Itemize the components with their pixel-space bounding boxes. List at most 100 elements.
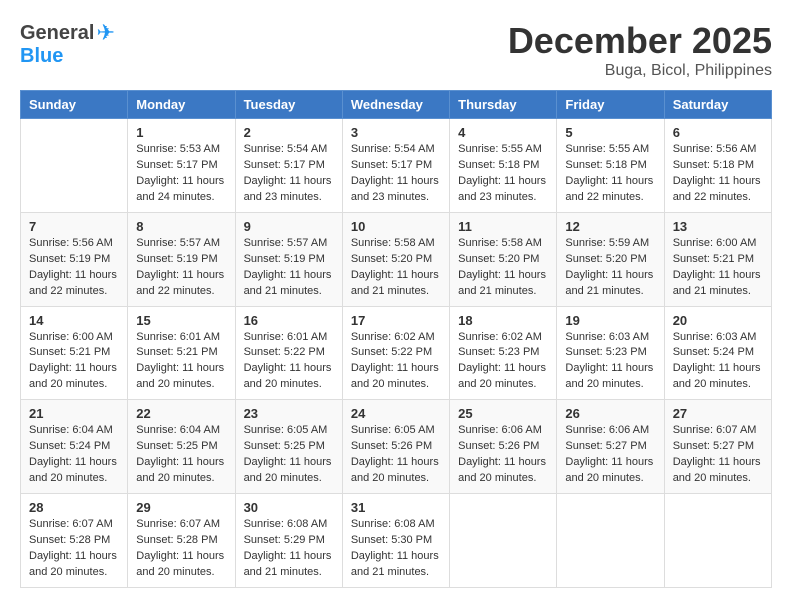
calendar-day-header: Sunday	[21, 91, 128, 119]
day-number: 6	[673, 125, 763, 140]
day-number: 15	[136, 313, 226, 328]
calendar-cell: 2 Sunrise: 5:54 AM Sunset: 5:17 PM Daylig…	[235, 119, 342, 213]
day-number: 3	[351, 125, 441, 140]
calendar-week-row: 14 Sunrise: 6:00 AM Sunset: 5:21 PM Dayli…	[21, 306, 772, 400]
header: General ✈ Blue December 2025 Buga, Bicol…	[20, 20, 772, 80]
day-number: 10	[351, 219, 441, 234]
day-info: Sunrise: 5:58 AM Sunset: 5:20 PM Dayligh…	[351, 236, 441, 300]
day-number: 2	[244, 125, 334, 140]
day-number: 25	[458, 406, 548, 421]
calendar-cell: 17Sunrise: 6:02 AM Sunset: 5:22 PM Dayli…	[342, 306, 449, 400]
day-info: Sunrise: 6:06 AM Sunset: 5:27 PM Dayligh…	[565, 423, 655, 487]
day-number: 30	[244, 500, 334, 515]
day-info: Sunrise: 6:05 AM Sunset: 5:26 PM Dayligh…	[351, 423, 441, 487]
day-number: 24	[351, 406, 441, 421]
calendar-cell: 23 Sunrise: 6:05 AM Sunset: 5:25 PM Dayli…	[235, 400, 342, 494]
calendar-cell: 16 Sunrise: 6:01 AM Sunset: 5:22 PM Dayli…	[235, 306, 342, 400]
calendar-cell: 6 Sunrise: 5:56 AM Sunset: 5:18 PM Daylig…	[664, 119, 771, 213]
calendar-cell: 31Sunrise: 6:08 AM Sunset: 5:30 PM Dayli…	[342, 494, 449, 588]
day-number: 4	[458, 125, 548, 140]
day-number: 28	[29, 500, 119, 515]
day-info: Sunrise: 5:56 AM Sunset: 5:19 PM Dayligh…	[29, 236, 119, 300]
day-info: Sunrise: 6:01 AM Sunset: 5:21 PM Dayligh…	[136, 330, 226, 394]
day-number: 11	[458, 219, 548, 234]
day-info: Sunrise: 5:54 AM Sunset: 5:17 PM Dayligh…	[351, 142, 441, 206]
calendar-day-header: Tuesday	[235, 91, 342, 119]
day-info: Sunrise: 5:55 AM Sunset: 5:18 PM Dayligh…	[458, 142, 548, 206]
calendar-day-header: Monday	[128, 91, 235, 119]
calendar-cell: 30 Sunrise: 6:08 AM Sunset: 5:29 PM Dayli…	[235, 494, 342, 588]
day-number: 9	[244, 219, 334, 234]
calendar-cell	[557, 494, 664, 588]
calendar-cell: 28Sunrise: 6:07 AM Sunset: 5:28 PM Dayli…	[21, 494, 128, 588]
day-number: 26	[565, 406, 655, 421]
day-info: Sunrise: 6:07 AM Sunset: 5:28 PM Dayligh…	[136, 517, 226, 581]
calendar-day-header: Friday	[557, 91, 664, 119]
calendar-cell: 27Sunrise: 6:07 AM Sunset: 5:27 PM Dayli…	[664, 400, 771, 494]
day-info: Sunrise: 6:03 AM Sunset: 5:23 PM Dayligh…	[565, 330, 655, 394]
calendar-cell: 10 Sunrise: 5:58 AM Sunset: 5:20 PM Dayli…	[342, 212, 449, 306]
logo: General ✈ Blue	[20, 20, 115, 66]
day-info: Sunrise: 6:05 AM Sunset: 5:25 PM Dayligh…	[244, 423, 334, 487]
logo-general-text: General	[20, 23, 94, 43]
logo-bird-icon: ✈	[96, 20, 114, 46]
day-info: Sunrise: 5:59 AM Sunset: 5:20 PM Dayligh…	[565, 236, 655, 300]
day-number: 18	[458, 313, 548, 328]
day-info: Sunrise: 5:54 AM Sunset: 5:17 PM Dayligh…	[244, 142, 334, 206]
calendar-cell: 11 Sunrise: 5:58 AM Sunset: 5:20 PM Dayli…	[450, 212, 557, 306]
day-info: Sunrise: 6:01 AM Sunset: 5:22 PM Dayligh…	[244, 330, 334, 394]
calendar-day-header: Wednesday	[342, 91, 449, 119]
day-number: 13	[673, 219, 763, 234]
day-info: Sunrise: 5:57 AM Sunset: 5:19 PM Dayligh…	[136, 236, 226, 300]
day-info: Sunrise: 5:55 AM Sunset: 5:18 PM Dayligh…	[565, 142, 655, 206]
calendar-cell: 26 Sunrise: 6:06 AM Sunset: 5:27 PM Dayli…	[557, 400, 664, 494]
calendar-cell: 21 Sunrise: 6:04 AM Sunset: 5:24 PM Dayli…	[21, 400, 128, 494]
day-info: Sunrise: 5:56 AM Sunset: 5:18 PM Dayligh…	[673, 142, 763, 206]
calendar-cell: 9Sunrise: 5:57 AM Sunset: 5:19 PM Daylig…	[235, 212, 342, 306]
calendar-cell: 18 Sunrise: 6:02 AM Sunset: 5:23 PM Dayli…	[450, 306, 557, 400]
day-info: Sunrise: 6:06 AM Sunset: 5:26 PM Dayligh…	[458, 423, 548, 487]
day-number: 22	[136, 406, 226, 421]
calendar-cell: 22Sunrise: 6:04 AM Sunset: 5:25 PM Dayli…	[128, 400, 235, 494]
month-title: December 2025	[508, 20, 772, 62]
day-number: 7	[29, 219, 119, 234]
calendar-cell: 12 Sunrise: 5:59 AM Sunset: 5:20 PM Dayli…	[557, 212, 664, 306]
calendar-cell	[450, 494, 557, 588]
day-info: Sunrise: 6:08 AM Sunset: 5:29 PM Dayligh…	[244, 517, 334, 581]
day-number: 17	[351, 313, 441, 328]
calendar-cell: 13 Sunrise: 6:00 AM Sunset: 5:21 PM Dayli…	[664, 212, 771, 306]
day-number: 19	[565, 313, 655, 328]
logo-blue-text: Blue	[20, 46, 63, 66]
day-info: Sunrise: 6:07 AM Sunset: 5:27 PM Dayligh…	[673, 423, 763, 487]
day-info: Sunrise: 5:58 AM Sunset: 5:20 PM Dayligh…	[458, 236, 548, 300]
location-title: Buga, Bicol, Philippines	[508, 62, 772, 80]
day-number: 31	[351, 500, 441, 515]
day-number: 23	[244, 406, 334, 421]
day-info: Sunrise: 6:00 AM Sunset: 5:21 PM Dayligh…	[673, 236, 763, 300]
day-number: 21	[29, 406, 119, 421]
calendar-cell: 3 Sunrise: 5:54 AM Sunset: 5:17 PM Daylig…	[342, 119, 449, 213]
title-area: December 2025 Buga, Bicol, Philippines	[508, 20, 772, 80]
calendar-cell: 1Sunrise: 5:53 AM Sunset: 5:17 PM Daylig…	[128, 119, 235, 213]
day-number: 16	[244, 313, 334, 328]
calendar-cell: 14 Sunrise: 6:00 AM Sunset: 5:21 PM Dayli…	[21, 306, 128, 400]
calendar-day-header: Thursday	[450, 91, 557, 119]
day-number: 12	[565, 219, 655, 234]
day-info: Sunrise: 6:02 AM Sunset: 5:23 PM Dayligh…	[458, 330, 548, 394]
day-info: Sunrise: 6:00 AM Sunset: 5:21 PM Dayligh…	[29, 330, 119, 394]
day-number: 14	[29, 313, 119, 328]
calendar: SundayMondayTuesdayWednesdayThursdayFrid…	[20, 90, 772, 588]
calendar-cell: 20Sunrise: 6:03 AM Sunset: 5:24 PM Dayli…	[664, 306, 771, 400]
day-number: 1	[136, 125, 226, 140]
day-number: 8	[136, 219, 226, 234]
day-number: 20	[673, 313, 763, 328]
calendar-day-header: Saturday	[664, 91, 771, 119]
calendar-cell: 19 Sunrise: 6:03 AM Sunset: 5:23 PM Dayli…	[557, 306, 664, 400]
calendar-cell: 15 Sunrise: 6:01 AM Sunset: 5:21 PM Dayli…	[128, 306, 235, 400]
calendar-cell	[21, 119, 128, 213]
calendar-cell: 25 Sunrise: 6:06 AM Sunset: 5:26 PM Dayli…	[450, 400, 557, 494]
calendar-cell: 24 Sunrise: 6:05 AM Sunset: 5:26 PM Dayli…	[342, 400, 449, 494]
day-info: Sunrise: 6:04 AM Sunset: 5:24 PM Dayligh…	[29, 423, 119, 487]
calendar-week-row: 28 Sunrise: 6:07 AM Sunset: 5:28 PM Dayli…	[21, 494, 772, 588]
calendar-week-row: 1Sunrise: 5:53 AM Sunset: 5:17 PM Daylig…	[21, 119, 772, 213]
